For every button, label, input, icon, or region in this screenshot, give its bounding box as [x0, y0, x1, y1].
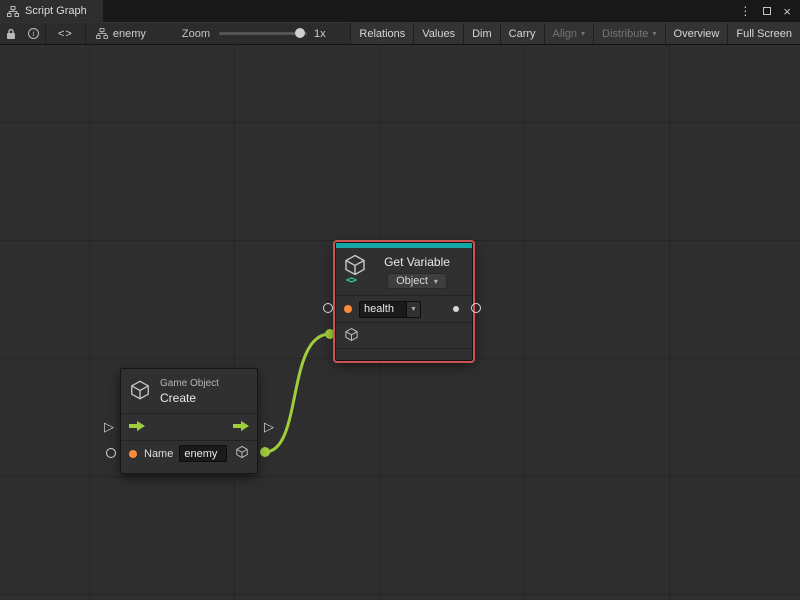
gameobject-cube-icon [129, 379, 151, 404]
values-button[interactable]: Values [413, 23, 463, 44]
chevron-down-icon: ▾ [434, 277, 438, 286]
variable-kind-dropdown[interactable]: Object ▾ [387, 273, 447, 289]
graph-icon [96, 28, 108, 39]
graph-icon [7, 6, 19, 17]
menu-icon[interactable]: ⋮ [739, 5, 751, 17]
object-cube-icon[interactable] [344, 327, 359, 345]
value-port-dot[interactable] [344, 305, 352, 313]
fullscreen-button[interactable]: Full Screen [727, 23, 800, 44]
name-input[interactable] [179, 445, 227, 462]
maximize-icon[interactable] [763, 7, 771, 15]
close-icon[interactable]: × [783, 5, 791, 18]
graph-name: enemy [86, 28, 156, 40]
node-game-object-create[interactable]: Game Object Create Name [120, 368, 258, 474]
node-title: Create [160, 391, 219, 405]
zoom-slider[interactable] [219, 32, 307, 35]
graph-toolbar: i <> enemy Zoom 1x Relations Values Dim … [0, 22, 800, 45]
flow-port-out[interactable]: ▷ [264, 420, 274, 433]
node-get-variable[interactable]: <> Get Variable Object ▾ ▼ [335, 242, 473, 361]
node-footer [121, 466, 257, 473]
zoom-value: 1x [314, 28, 326, 40]
relations-button[interactable]: Relations [350, 23, 413, 44]
output-cube-icon[interactable] [235, 445, 249, 462]
overview-button[interactable]: Overview [665, 23, 728, 44]
flow-port-in[interactable]: ▷ [104, 420, 114, 433]
align-button: Align▾ [544, 23, 593, 44]
tab-title: Script Graph [25, 5, 87, 17]
node-category: Game Object [160, 378, 219, 389]
distribute-button: Distribute▾ [593, 23, 664, 44]
window-tab-bar: Script Graph ⋮ × [0, 0, 800, 22]
dim-button[interactable]: Dim [463, 23, 500, 44]
graph-canvas[interactable]: <> Get Variable Object ▾ ▼ [0, 45, 800, 600]
carry-button[interactable]: Carry [500, 23, 544, 44]
node-footer [336, 348, 472, 360]
chevron-down-icon: ▾ [653, 29, 657, 38]
value-port-dot[interactable] [129, 450, 137, 458]
tab-script-graph[interactable]: Script Graph [0, 0, 103, 22]
graph-name-label: enemy [113, 28, 146, 40]
input-port-circle[interactable] [106, 448, 116, 458]
flow-arrow-in-icon[interactable] [129, 421, 145, 434]
zoom-slider-handle[interactable] [295, 28, 305, 38]
flow-arrow-out-icon[interactable] [233, 421, 249, 434]
variable-cube-icon: <> [343, 253, 369, 287]
input-port-circle[interactable] [323, 303, 333, 313]
output-value-dot[interactable] [453, 306, 459, 312]
code-view-button[interactable]: <> [46, 23, 85, 44]
chevron-down-icon: ▾ [581, 29, 585, 38]
zoom-label: Zoom [182, 28, 210, 40]
node-title: Get Variable [384, 255, 450, 269]
output-port-circle[interactable] [471, 303, 481, 313]
lock-icon[interactable] [0, 28, 22, 40]
toolbar-button-group: Relations Values Dim Carry Align▾ Distri… [350, 23, 800, 44]
variable-dropdown-button[interactable]: ▼ [406, 301, 421, 318]
variable-name-input[interactable] [359, 301, 406, 318]
name-label: Name [144, 448, 173, 460]
info-icon[interactable]: i [22, 28, 45, 39]
code-overlay-icon: <> [346, 275, 356, 286]
